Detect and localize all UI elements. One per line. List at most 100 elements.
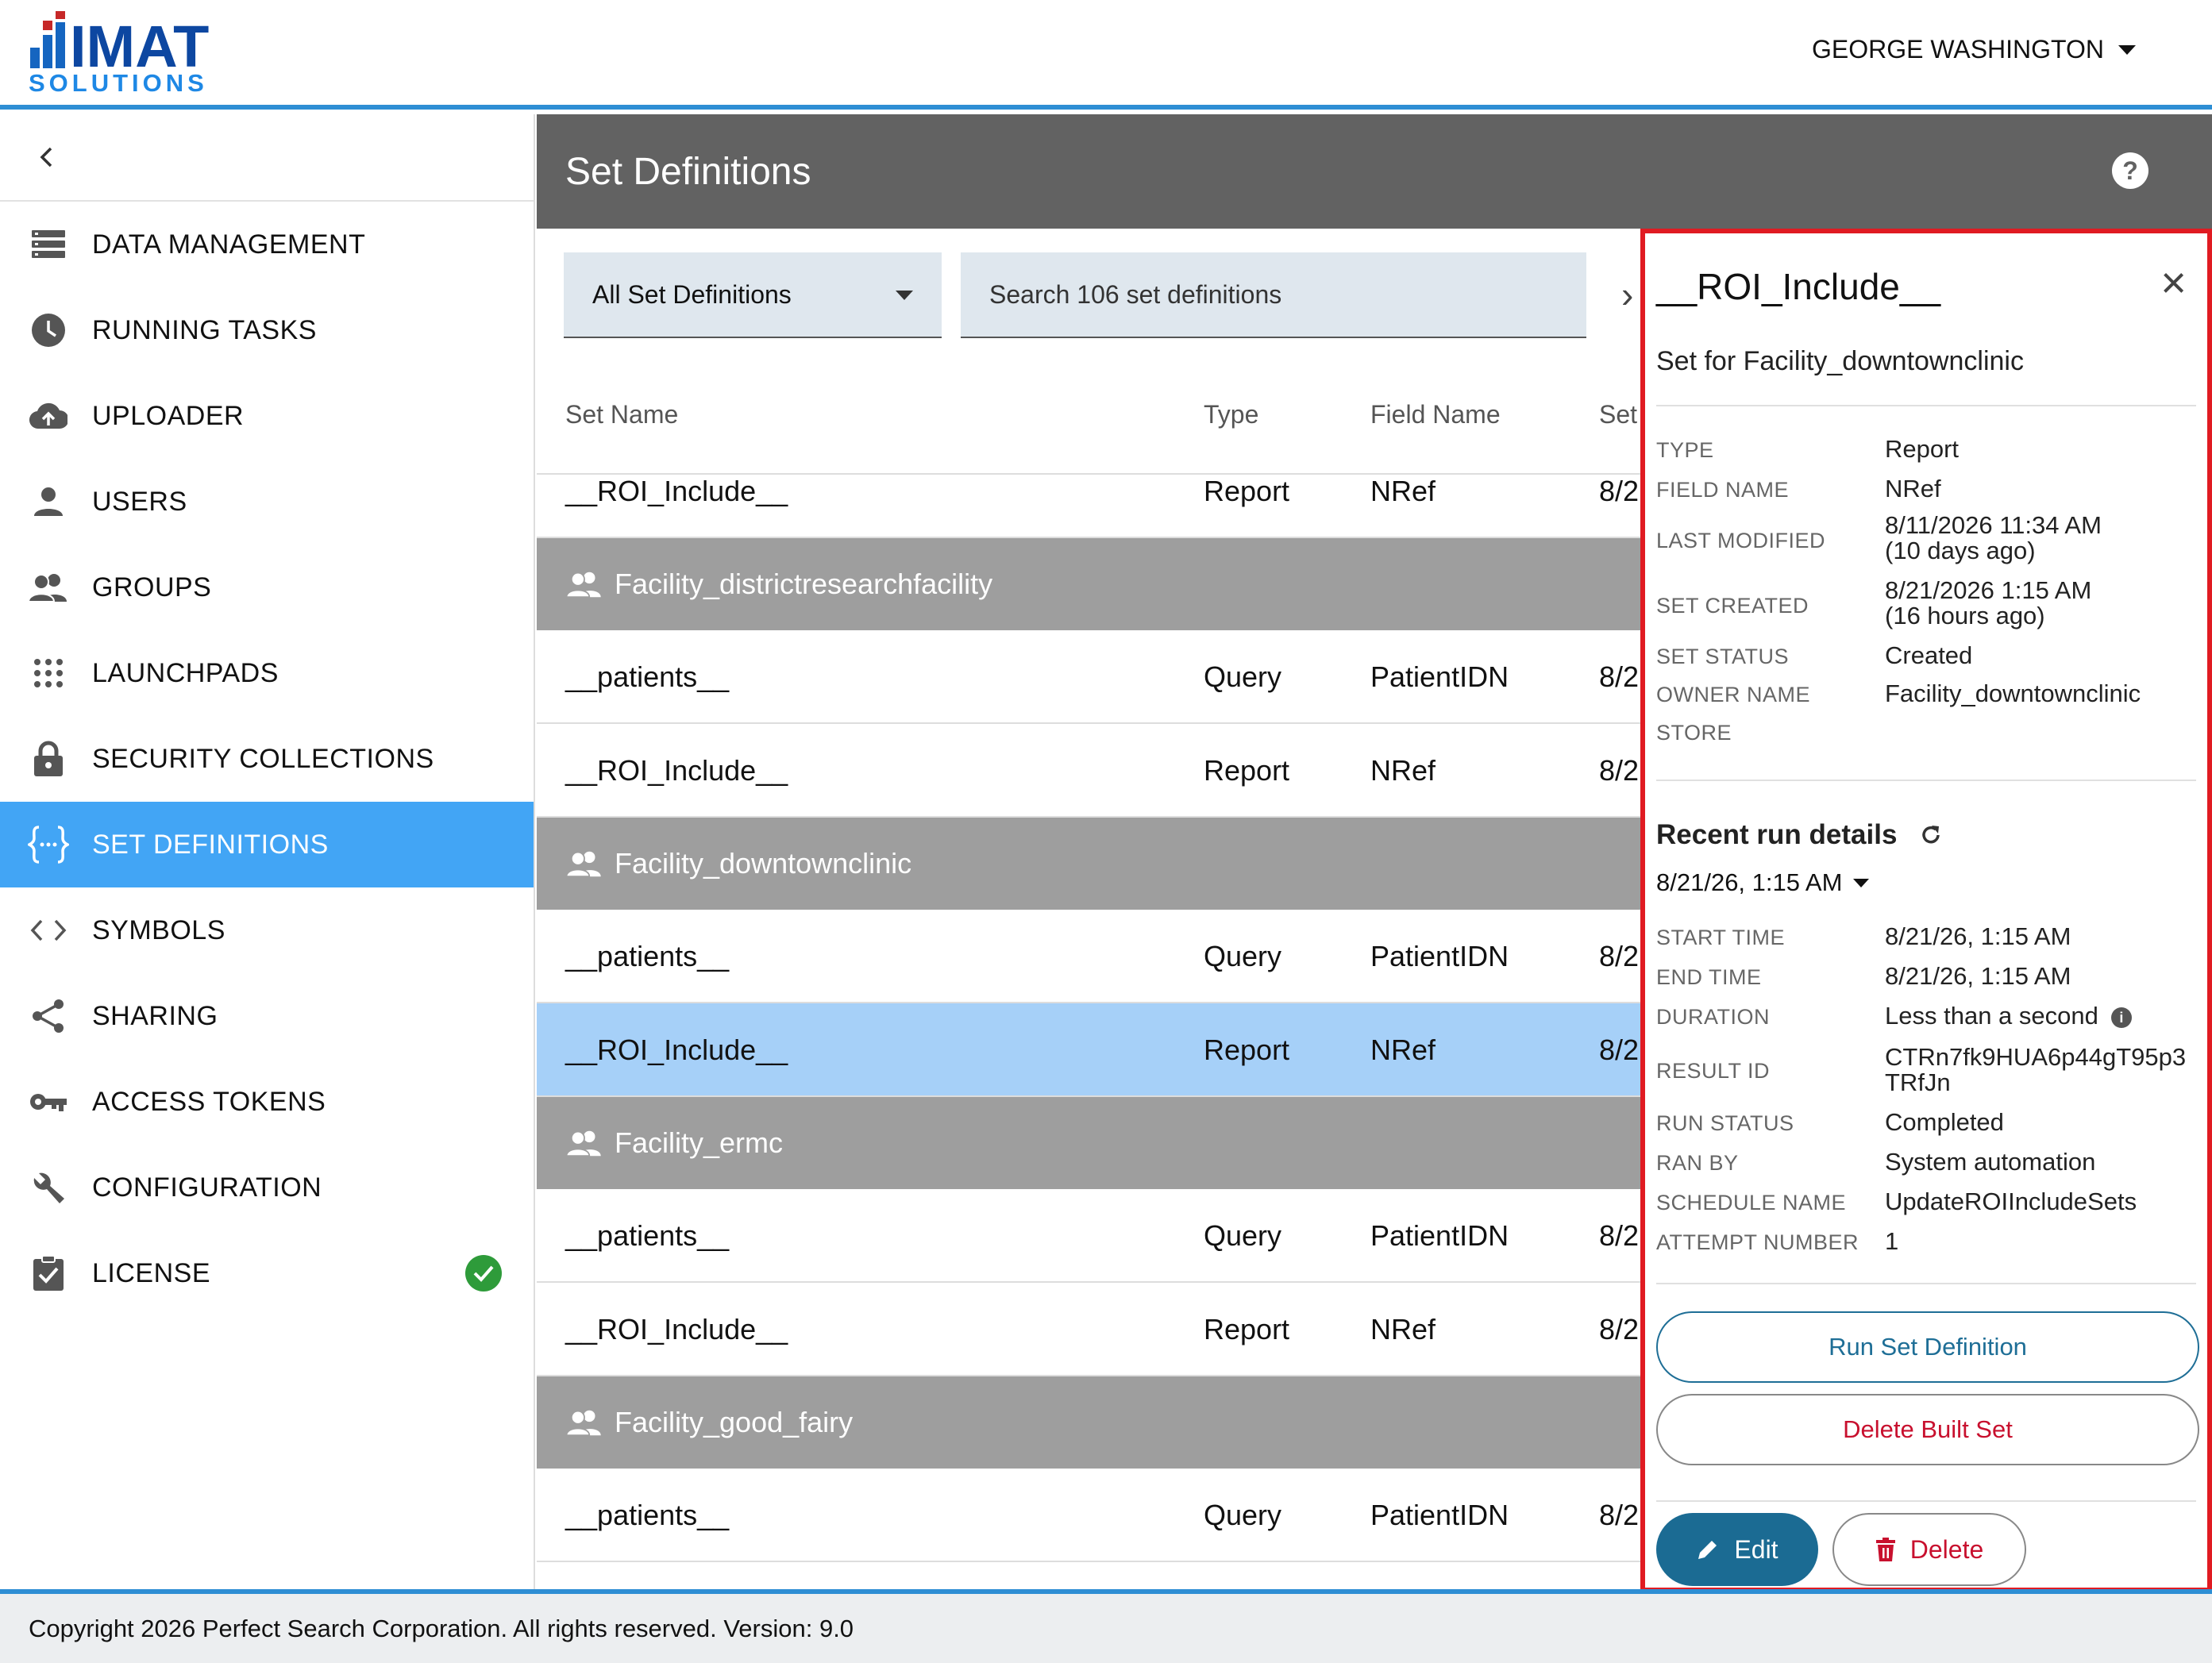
cell-set-name: __ROI_Include__ bbox=[565, 475, 788, 507]
detail-value-ago: (16 hours ago) bbox=[1885, 602, 2045, 629]
sidebar-item-users[interactable]: USERS bbox=[0, 459, 534, 545]
cell-field-name: PatientIDN bbox=[1370, 940, 1509, 972]
cell-field-name: NRef bbox=[1370, 475, 1436, 507]
button-label: Delete bbox=[1909, 1534, 1984, 1564]
run-label: RUN STATUS bbox=[1656, 1111, 1794, 1135]
detail-value: NRef bbox=[1885, 475, 1941, 502]
detail-label: TYPE bbox=[1656, 438, 1714, 462]
page-title-bar: Set Definitions ? bbox=[537, 114, 2212, 229]
clipboard-check-icon bbox=[24, 1249, 73, 1298]
cell-set-date: 8/2 bbox=[1599, 940, 1640, 972]
cell-set-name: __patients__ bbox=[565, 940, 730, 972]
sidebar-item-label: LAUNCHPADS bbox=[92, 657, 279, 688]
button-label: Run Set Definition bbox=[1829, 1333, 2027, 1361]
column-header-field-name[interactable]: Field Name bbox=[1370, 400, 1501, 429]
sidebar-item-label: SYMBOLS bbox=[92, 914, 225, 945]
sidebar-item-set-definitions[interactable]: SET DEFINITIONS bbox=[0, 802, 534, 887]
cell-set-name: __patients__ bbox=[565, 1219, 730, 1252]
sidebar-item-uploader[interactable]: UPLOADER bbox=[0, 373, 534, 459]
chevron-down-icon bbox=[1853, 878, 1870, 887]
set-filter-select[interactable]: All Set Definitions bbox=[564, 252, 942, 338]
detail-label: SET CREATED bbox=[1656, 594, 1809, 618]
apps-grid-icon bbox=[24, 649, 73, 698]
cell-set-date: 8/2 bbox=[1599, 1313, 1640, 1345]
run-value: UpdateROIIncludeSets bbox=[1885, 1188, 2137, 1215]
button-label: Delete Built Set bbox=[1843, 1415, 2013, 1443]
detail-label: FIELD NAME bbox=[1656, 478, 1790, 502]
detail-value: Created bbox=[1885, 641, 1973, 669]
copyright-text: Copyright 2026 Perfect Search Corporatio… bbox=[29, 1614, 854, 1642]
group-icon bbox=[565, 1129, 603, 1157]
detail-value: Facility_downtownclinic bbox=[1885, 679, 2141, 707]
delete-button[interactable]: Delete bbox=[1832, 1513, 2026, 1586]
sidebar-collapse-button[interactable] bbox=[0, 114, 534, 202]
cell-type: Report bbox=[1204, 475, 1290, 507]
cell-type: Report bbox=[1204, 1034, 1290, 1066]
sidebar-item-label: SHARING bbox=[92, 1000, 218, 1031]
search-placeholder: Search 106 set definitions bbox=[989, 279, 1282, 309]
cell-field-name: NRef bbox=[1370, 1034, 1436, 1066]
trash-icon bbox=[1875, 1538, 1895, 1561]
clock-icon bbox=[24, 306, 73, 355]
sidebar-item-sharing[interactable]: SHARING bbox=[0, 973, 534, 1059]
run-value: TRfJn bbox=[1885, 1068, 1951, 1096]
chevron-left-icon bbox=[40, 147, 52, 167]
run-value: 8/21/26, 1:15 AM bbox=[1885, 962, 2071, 990]
imat-logo[interactable]: IMAT SOLUTIONS bbox=[27, 11, 265, 97]
chevron-right-icon[interactable]: › bbox=[1621, 273, 1633, 316]
run-set-definition-button[interactable]: Run Set Definition bbox=[1656, 1311, 2199, 1383]
edit-button[interactable]: Edit bbox=[1656, 1513, 1818, 1586]
close-icon[interactable]: × bbox=[2160, 260, 2187, 305]
recent-run-heading: Recent run details bbox=[1656, 819, 1943, 851]
info-icon[interactable]: i bbox=[2110, 1007, 2132, 1028]
cell-type: Report bbox=[1204, 1313, 1290, 1345]
cell-type: Report bbox=[1204, 754, 1290, 787]
column-header-set-name[interactable]: Set Name bbox=[565, 400, 678, 429]
sidebar: DATA MANAGEMENT RUNNING TASKS UPLOADER U… bbox=[0, 114, 535, 1589]
sidebar-item-access-tokens[interactable]: ACCESS TOKENS bbox=[0, 1059, 534, 1145]
key-icon bbox=[24, 1077, 73, 1126]
sidebar-item-data-management[interactable]: DATA MANAGEMENT bbox=[0, 202, 534, 287]
run-value: CTRn7fk9HUA6p44gT95p3 bbox=[1885, 1043, 2187, 1071]
set-detail-panel: __ROI_Include__ × Set for Facility_downt… bbox=[1640, 229, 2212, 1592]
panel-title: __ROI_Include__ bbox=[1656, 266, 1941, 307]
divider bbox=[1656, 1283, 2196, 1284]
help-icon[interactable]: ? bbox=[2112, 152, 2148, 189]
sidebar-item-license[interactable]: LICENSE bbox=[0, 1230, 534, 1316]
run-label: RESULT ID bbox=[1656, 1059, 1771, 1083]
sidebar-item-running-tasks[interactable]: RUNNING TASKS bbox=[0, 287, 534, 373]
cell-set-name: __patients__ bbox=[565, 660, 730, 693]
user-menu[interactable]: GEORGE WASHINGTON bbox=[1812, 35, 2136, 64]
sidebar-item-security-collections[interactable]: SECURITY COLLECTIONS bbox=[0, 716, 534, 802]
button-label: Edit bbox=[1734, 1534, 1778, 1564]
sidebar-item-configuration[interactable]: CONFIGURATION bbox=[0, 1145, 534, 1230]
sidebar-item-label: DATA MANAGEMENT bbox=[92, 229, 366, 260]
duration-text: Less than a second bbox=[1885, 1002, 2098, 1030]
delete-built-set-button[interactable]: Delete Built Set bbox=[1656, 1394, 2199, 1465]
cell-type: Query bbox=[1204, 940, 1282, 972]
user-name: GEORGE WASHINGTON bbox=[1811, 35, 2104, 64]
sidebar-item-label: CONFIGURATION bbox=[92, 1172, 322, 1203]
refresh-icon[interactable] bbox=[1919, 823, 1943, 847]
set-filter-value: All Set Definitions bbox=[592, 279, 792, 309]
column-header-set[interactable]: Set bbox=[1599, 400, 1637, 429]
cell-set-date: 8/2 bbox=[1599, 660, 1640, 693]
cell-field-name: PatientIDN bbox=[1370, 1499, 1509, 1531]
run-label: START TIME bbox=[1656, 926, 1786, 949]
divider bbox=[1656, 780, 2196, 781]
search-input[interactable]: Search 106 set definitions bbox=[961, 252, 1586, 338]
cell-set-name: __patients__ bbox=[565, 1499, 730, 1531]
sidebar-item-groups[interactable]: GROUPS bbox=[0, 545, 534, 630]
cell-set-date: 8/2 bbox=[1599, 1034, 1640, 1066]
column-header-type[interactable]: Type bbox=[1204, 400, 1258, 429]
run-value-duration: Less than a second i bbox=[1885, 1003, 2132, 1030]
detail-label: LAST MODIFIED bbox=[1656, 529, 1826, 552]
sidebar-item-symbols[interactable]: SYMBOLS bbox=[0, 887, 534, 973]
run-date-select[interactable]: 8/21/26, 1:15 AM bbox=[1656, 868, 1870, 897]
cell-set-date: 8/2 bbox=[1599, 1499, 1640, 1531]
run-label: DURATION bbox=[1656, 1005, 1770, 1029]
cell-type: Query bbox=[1204, 1499, 1282, 1531]
cloud-upload-icon bbox=[24, 391, 73, 441]
sidebar-item-launchpads[interactable]: LAUNCHPADS bbox=[0, 630, 534, 716]
group-icon bbox=[24, 563, 73, 612]
